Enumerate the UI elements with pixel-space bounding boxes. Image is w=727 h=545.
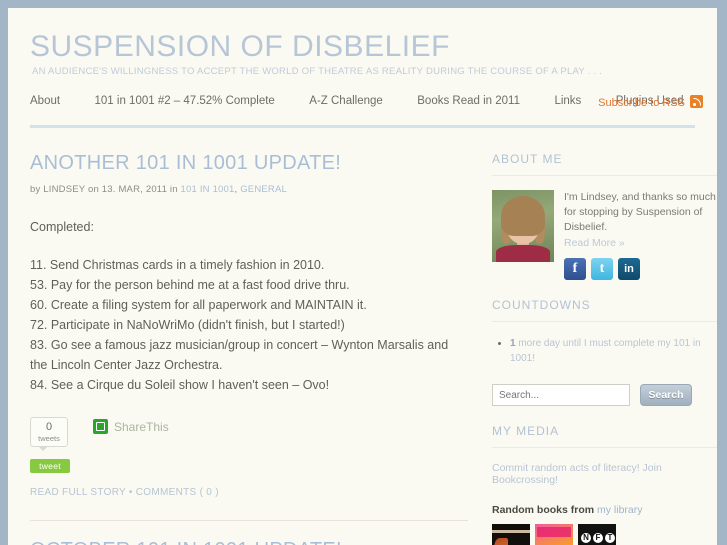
countdown-text: more day until I must complete my 101 in… [510, 338, 701, 364]
book-cover-nft[interactable]: NFT [578, 524, 616, 545]
post-meta: by LINDSEY on 13. MAR, 2011 in 101 IN 10… [30, 184, 468, 195]
sharethis-button[interactable]: ShareThis [93, 419, 169, 434]
tweet-count-label: tweets [38, 434, 60, 443]
about-text: I'm Lindsey, and thanks so much for stop… [564, 190, 717, 280]
search-input[interactable] [492, 384, 630, 406]
book-cover-2[interactable] [535, 524, 573, 545]
list-item: 53. Pay for the person behind me at a fa… [30, 278, 350, 292]
post-title[interactable]: OCTOBER 101 IN 1001 UPDATE! [30, 539, 468, 545]
linkedin-icon[interactable]: in [618, 258, 640, 280]
widget-my-media: MY MEDIA Commit random acts of literacy!… [492, 424, 717, 545]
list-item: 84. See a Cirque du Soleil show I haven'… [30, 378, 330, 392]
widget-divider [492, 175, 717, 176]
share-icon [93, 419, 108, 434]
my-library-link[interactable]: my library [597, 504, 643, 516]
widget-countdowns: COUNTDOWNS 1 more day until I must compl… [492, 298, 717, 406]
twitter-icon[interactable]: t [591, 258, 613, 280]
post-category-link[interactable]: 101 IN 1001 [181, 184, 235, 195]
widget-divider [492, 447, 717, 448]
share-row: 0 tweets tweet ShareThis [30, 417, 468, 473]
social-links: f t in [564, 258, 717, 280]
bookcrossing-link[interactable]: Commit random acts of literacy! Join Boo… [492, 462, 717, 486]
rss-label: Subscribe to RSS [598, 97, 685, 109]
tweet-widget: 0 tweets tweet [30, 417, 86, 473]
list-item: 72. Participate in NaNoWriMo (didn't fin… [30, 318, 345, 332]
tweet-button[interactable]: tweet [30, 459, 70, 473]
content-columns: ANOTHER 101 IN 1001 UPDATE! by LINDSEY o… [8, 128, 717, 545]
widget-divider [492, 321, 717, 322]
about-bio: I'm Lindsey, and thanks so much for stop… [564, 191, 716, 233]
random-books-label: Random books from my library [492, 504, 717, 516]
about-row: I'm Lindsey, and thanks so much for stop… [492, 190, 717, 280]
sharethis-label: ShareThis [114, 419, 169, 434]
avatar [492, 190, 554, 262]
post-footer-links: READ FULL STORY • COMMENTS ( 0 ) [30, 487, 468, 498]
widget-title-countdowns: COUNTDOWNS [492, 298, 591, 312]
tweet-count-value: 0 [45, 421, 53, 433]
completed-list: 11. Send Christmas cards in a timely fas… [30, 255, 468, 395]
read-more-link[interactable]: Read More » [564, 236, 717, 251]
main-navigation: About 101 in 1001 #2 – 47.52% Complete A… [8, 95, 717, 117]
countdown-list: 1 more day until I must complete my 101 … [492, 336, 717, 366]
widget-title-my-media: MY MEDIA [492, 424, 560, 438]
widget-about-me: ABOUT ME I'm Lindsey, and thanks so much… [492, 152, 717, 280]
post-article: OCTOBER 101 IN 1001 UPDATE! by LINDSEY o… [30, 521, 468, 545]
site-tagline: AN AUDIENCE'S WILLINGNESS TO ACCEPT THE … [32, 66, 603, 77]
post-title[interactable]: ANOTHER 101 IN 1001 UPDATE! [30, 152, 468, 175]
widget-title-about-me: ABOUT ME [492, 152, 563, 166]
post-intro: Completed: [30, 220, 94, 234]
nav-item-books-read[interactable]: Books Read in 2011 [417, 95, 520, 107]
list-item: 60. Create a filing system for all paper… [30, 298, 367, 312]
nav-item-101-in-1001[interactable]: 101 in 1001 #2 – 47.52% Complete [95, 95, 275, 107]
nav-item-links[interactable]: Links [554, 95, 581, 107]
search-row: Search [492, 384, 717, 406]
site-header: SUSPENSION OF DISBELIEF AN AUDIENCE'S WI… [8, 8, 717, 77]
facebook-icon[interactable]: f [564, 258, 586, 280]
post-meta-prefix: by LINDSEY on 13. MAR, 2011 in [30, 184, 181, 195]
list-item: 83. Go see a famous jazz musician/group … [30, 338, 449, 372]
search-button[interactable]: Search [640, 384, 692, 406]
post-article: ANOTHER 101 IN 1001 UPDATE! by LINDSEY o… [30, 128, 468, 521]
tweet-count-bubble: 0 tweets [30, 417, 68, 451]
list-item: 11. Send Christmas cards in a timely fas… [30, 258, 325, 272]
list-item: 1 more day until I must complete my 101 … [510, 336, 717, 366]
nav-item-about[interactable]: About [30, 95, 60, 107]
post-category-link[interactable]: GENERAL [240, 184, 287, 195]
book-cover-1[interactable] [492, 524, 530, 545]
main-content: ANOTHER 101 IN 1001 UPDATE! by LINDSEY o… [30, 128, 468, 545]
subscribe-rss-link[interactable]: Subscribe to RSS [598, 95, 703, 109]
page-container: SUSPENSION OF DISBELIEF AN AUDIENCE'S WI… [8, 8, 717, 545]
post-body: Completed: 11. Send Christmas cards in a… [30, 217, 468, 395]
nav-item-a-z-challenge[interactable]: A-Z Challenge [309, 95, 383, 107]
rss-icon [690, 95, 703, 108]
read-full-story-link[interactable]: READ FULL STORY • COMMENTS ( 0 ) [30, 487, 219, 498]
site-title: SUSPENSION OF DISBELIEF [30, 30, 450, 63]
sidebar: ABOUT ME I'm Lindsey, and thanks so much… [492, 128, 717, 545]
book-covers: NFT [492, 524, 717, 545]
random-books-prefix: Random books from [492, 504, 598, 516]
